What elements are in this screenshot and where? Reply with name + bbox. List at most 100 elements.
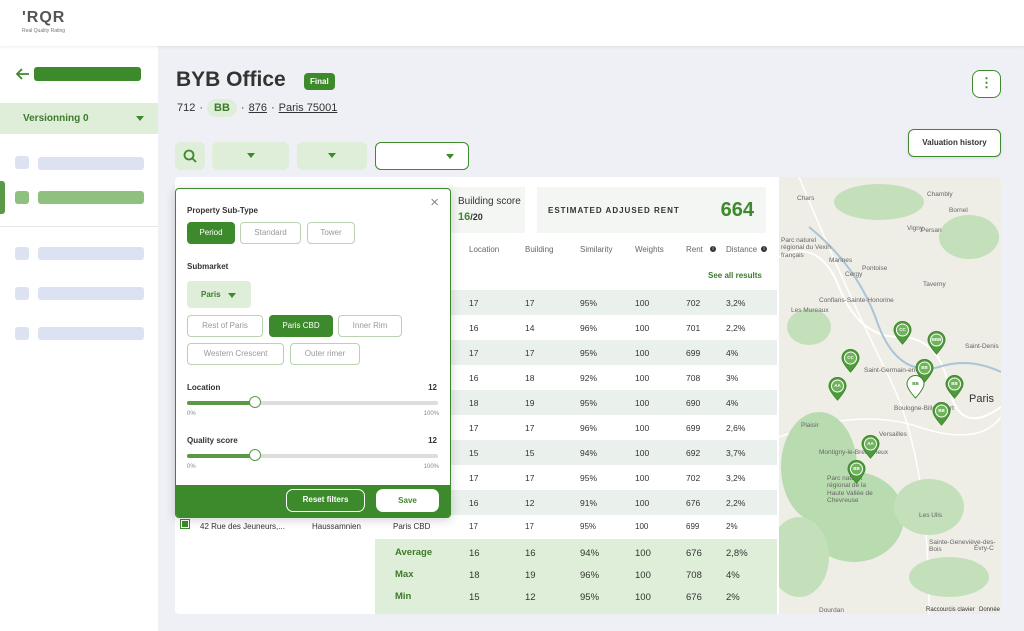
table-cell: 18: [525, 373, 535, 383]
table-cell: 100: [635, 522, 649, 531]
row-checkbox[interactable]: [180, 519, 190, 529]
save-button[interactable]: Save: [376, 489, 439, 512]
slider-max-label: 100%: [423, 464, 439, 470]
table-cell: 95%: [580, 348, 598, 358]
table-row[interactable]: 17 17 95% 100 699 4%: [449, 340, 777, 365]
table-row[interactable]: 16 14 96% 100 701 2,2%: [449, 315, 777, 340]
quality-slider[interactable]: [187, 449, 438, 461]
quality-slider-handle[interactable]: [248, 449, 261, 461]
map-marker[interactable]: AA: [828, 377, 847, 401]
info-icon[interactable]: i: [761, 246, 767, 252]
map-marker[interactable]: CC: [893, 321, 912, 345]
map-marker-label: BB: [951, 381, 958, 386]
submarket-chip-outer-rimer[interactable]: Outer rimer: [290, 343, 360, 365]
table-cell: 699: [686, 522, 700, 531]
close-icon[interactable]: ×: [430, 194, 439, 211]
sidebar-item-4[interactable]: [38, 287, 144, 300]
map-marker[interactable]: BBB: [927, 331, 946, 355]
submarket-chip-inner-rim[interactable]: Inner Rim: [338, 315, 402, 337]
table-row[interactable]: 17 17 95% 100 702 3,2%: [449, 465, 777, 490]
asset-subline: 712 · BB · 876 · Paris 75001: [177, 99, 337, 117]
table-row[interactable]: 15 15 94% 100 692 3,7%: [449, 440, 777, 465]
table-cell: 708: [686, 373, 701, 383]
subtype-chip-standard[interactable]: Standard: [240, 222, 301, 244]
submarket-chip-rest-of-paris[interactable]: Rest of Paris: [187, 315, 263, 337]
submarket-dropdown[interactable]: Paris: [187, 281, 251, 308]
back-arrow-icon[interactable]: [16, 68, 30, 80]
search-button[interactable]: [175, 142, 205, 170]
table-row[interactable]: 42 Rue des Jeuneurs,... Haussamnien Pari…: [175, 517, 777, 539]
sidebar-divider: [0, 226, 158, 227]
rqr-logo[interactable]: 'RQR Real Quality Rating: [22, 9, 65, 34]
sidebar-item-active[interactable]: [38, 191, 144, 204]
table-row[interactable]: 16 18 92% 100 708 3%: [449, 365, 777, 390]
map-marker[interactable]: CC: [841, 349, 860, 373]
summary-cell: 94%: [580, 548, 600, 559]
more-options-button[interactable]: ⋮: [972, 70, 1001, 98]
submarket-chip-paris-cbd[interactable]: Paris CBD: [269, 315, 333, 337]
table-row[interactable]: 17 17 96% 100 699 2,6%: [449, 415, 777, 440]
map-place-label: Bornel: [949, 207, 968, 214]
column-header[interactable]: Weights: [635, 245, 664, 254]
map-marker[interactable]: BB: [945, 375, 964, 399]
location-link[interactable]: Paris 75001: [279, 102, 338, 114]
location-slider-handle[interactable]: [248, 396, 261, 408]
summary-cell: 4%: [726, 570, 740, 581]
map-keyboard-shortcuts[interactable]: Raccourcis clavier: [926, 607, 975, 613]
filter-dropdown-2[interactable]: [297, 142, 367, 170]
map-marker[interactable]: BB: [906, 375, 925, 399]
column-header[interactable]: Similarity: [580, 245, 612, 254]
map-marker-label: CC: [847, 355, 854, 360]
table-cell: 699: [686, 348, 701, 358]
summary-cell: 2%: [726, 592, 740, 603]
summary-cell: 2,8%: [726, 548, 748, 559]
comparables-map[interactable]: Chars Chambly Bornel Persan Marines Vigny Cerg…: [779, 177, 1001, 614]
sidebar-item-5[interactable]: [38, 327, 144, 340]
submarket-chip-western-crescent[interactable]: Western Crescent: [187, 343, 284, 365]
table-cell: 100: [635, 473, 650, 483]
table-cell: 95%: [580, 398, 598, 408]
quality-slider-fill: [187, 454, 255, 458]
map-pin-icon: [927, 331, 946, 355]
summary-cell: 95%: [580, 592, 600, 603]
map-pin-icon: [828, 377, 847, 401]
location-slider[interactable]: [187, 396, 438, 408]
table-cell: 14: [525, 323, 535, 333]
table-cell: 2%: [726, 522, 738, 531]
asset-number-link[interactable]: 876: [249, 102, 267, 114]
table-cell: 100: [635, 398, 650, 408]
map-marker[interactable]: AA: [861, 435, 880, 459]
table-row[interactable]: 17 17 95% 100 702 3,2%: [449, 290, 777, 315]
map-place-label: Paris: [969, 393, 995, 405]
column-header[interactable]: Building: [525, 245, 553, 254]
table-row[interactable]: 16 12 91% 100 676 2,2%: [449, 490, 777, 515]
back-title-placeholder[interactable]: [34, 67, 141, 81]
table-cell: 15: [525, 448, 535, 458]
sidebar-item-1[interactable]: [38, 157, 144, 170]
sidebar-item-3[interactable]: [38, 247, 144, 260]
table-cell: 12: [525, 498, 535, 508]
table-cell: 3,2%: [726, 473, 746, 483]
filter-dropdown-1[interactable]: [212, 142, 289, 170]
reset-filters-button[interactable]: Reset filters: [286, 489, 365, 512]
map-place-label: Plaisir: [801, 422, 819, 429]
submarket-label: Submarket: [187, 262, 229, 271]
version-selector[interactable]: Versionning 0: [0, 103, 158, 134]
summary-cell: 708: [686, 570, 702, 581]
see-all-results-link[interactable]: See all results: [708, 271, 762, 280]
column-header[interactable]: Distance: [726, 245, 757, 254]
valuation-history-button[interactable]: Valuation history: [908, 129, 1001, 157]
map-marker[interactable]: BB: [932, 402, 951, 426]
subtype-chip-period[interactable]: Period: [187, 222, 235, 244]
column-header[interactable]: Location: [469, 245, 499, 254]
table-cell: 92%: [580, 373, 598, 383]
map-data-credit[interactable]: Donnée: [979, 607, 1000, 613]
table-cell: 692: [686, 448, 701, 458]
info-icon[interactable]: i: [710, 246, 716, 252]
column-header[interactable]: Rent: [686, 245, 703, 254]
table-row[interactable]: 18 19 95% 100 690 4%: [449, 390, 777, 415]
subtype-chip-tower[interactable]: Tower: [307, 222, 355, 244]
estimated-rent-box: ESTIMATED ADJUSED RENT 664: [537, 187, 766, 233]
filter-dropdown-3[interactable]: [375, 142, 469, 170]
map-marker[interactable]: BB: [847, 460, 866, 484]
